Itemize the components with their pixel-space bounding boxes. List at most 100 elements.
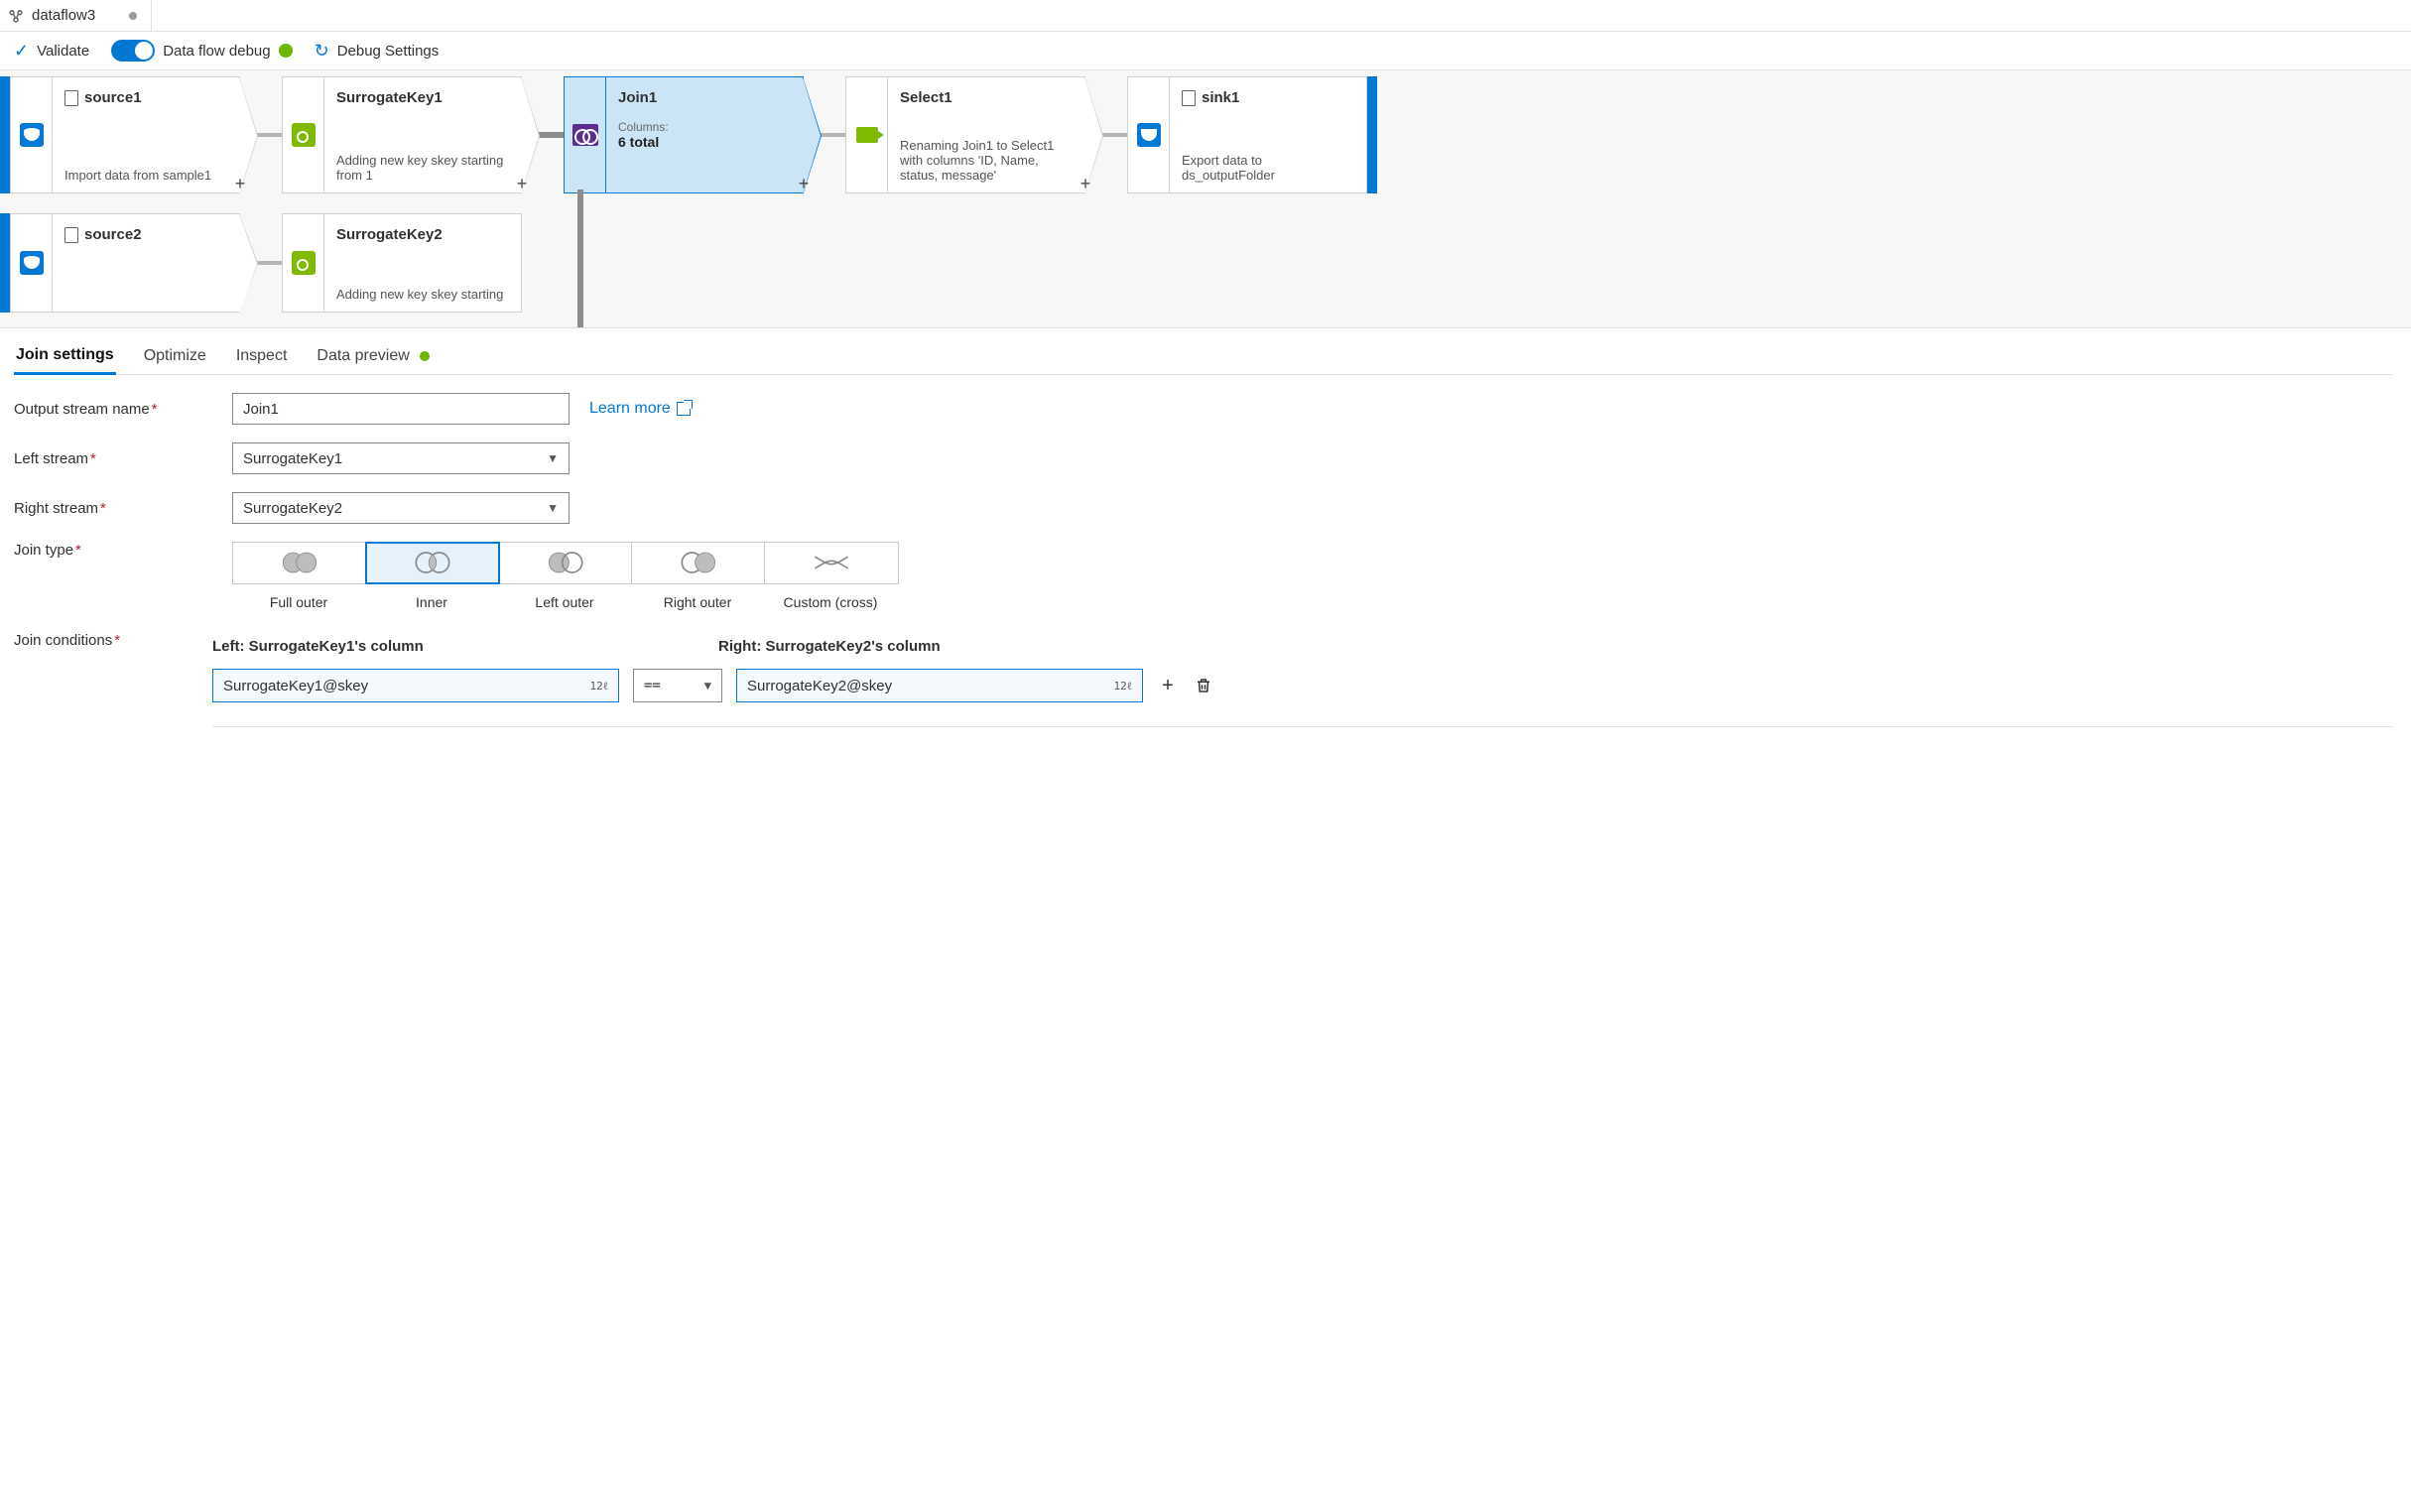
settings-panel: Join settings Optimize Inspect Data prev… [0, 328, 2411, 767]
left-stream-label: Left stream* [14, 450, 212, 467]
node-desc: Renaming Join1 to Select1 with columns '… [900, 138, 1073, 183]
join-type-caption: Full outer [232, 594, 365, 610]
venn-left-icon [541, 549, 590, 576]
row-start-cap [0, 76, 10, 193]
venn-cross-icon [807, 549, 856, 576]
join-type-label: Join type* [14, 542, 212, 559]
delete-condition-button[interactable] [1193, 675, 1214, 696]
dataflow-toolbar: ✓ Validate Data flow debug ↻ Debug Setti… [0, 32, 2411, 70]
node-source1[interactable]: source1 Import data from sample1 + [52, 76, 240, 193]
node-desc: Adding new key skey starting from 1 [336, 153, 509, 183]
sink1-icon-col [1127, 76, 1169, 193]
source1-icon-col [10, 76, 52, 193]
venn-inner-icon [408, 549, 457, 576]
node-columns-value: 6 total [618, 134, 791, 150]
add-step-button[interactable]: + [230, 175, 250, 194]
file-icon [64, 90, 78, 106]
database-icon [20, 123, 44, 147]
right-stream-select[interactable]: SurrogateKey2 ▼ [232, 492, 570, 524]
node-join1[interactable]: Join1 Columns: 6 total + [605, 76, 804, 193]
join-conditions-label: Join conditions* [14, 632, 212, 655]
cond-operator-select[interactable]: == ▼ [633, 669, 722, 702]
settings-tabs: Join settings Optimize Inspect Data prev… [14, 338, 2393, 375]
editor-tab-dataflow3[interactable]: dataflow3 [0, 0, 152, 31]
cond-left-header: Left: SurrogateKey1's column [212, 638, 619, 655]
dataflow-debug-toggle[interactable]: Data flow debug [111, 40, 292, 62]
venn-right-icon [674, 549, 723, 576]
dataflow-icon [8, 8, 24, 24]
node-title: Join1 [618, 89, 791, 106]
output-stream-label: Output stream name* [14, 401, 212, 418]
source2-icon-col [10, 213, 52, 313]
join-type-cross[interactable] [765, 543, 898, 583]
left-stream-select[interactable]: SurrogateKey1 ▼ [232, 442, 570, 474]
editor-tab-title: dataflow3 [32, 7, 95, 24]
join-icon [572, 124, 598, 146]
join-type-right-outer[interactable] [632, 543, 765, 583]
check-icon: ✓ [14, 41, 29, 62]
join-type-left-outer[interactable] [499, 543, 632, 583]
join-type-caption: Inner [365, 594, 498, 610]
key-icon [292, 123, 316, 147]
node-columns-label: Columns: [618, 120, 791, 134]
debug-label: Data flow debug [163, 43, 270, 60]
sk2-icon-col [282, 213, 323, 313]
join-conditions-section: Join conditions* Left: SurrogateKey1's c… [14, 632, 2393, 727]
expression-badge: 12ℓ [1113, 680, 1132, 693]
add-step-button[interactable]: + [794, 175, 814, 194]
external-link-icon [677, 402, 691, 416]
flow-row-1: source1 Import data from sample1 + Surro… [0, 76, 2411, 193]
node-surrogatekey2[interactable]: SurrogateKey2 Adding new key skey starti… [323, 213, 522, 313]
row-end-cap [1367, 76, 1377, 193]
cond-right-header: Right: SurrogateKey2's column [718, 638, 1125, 655]
sink-icon [1137, 123, 1161, 147]
join-type-caption: Custom (cross) [764, 594, 897, 610]
learn-more-link[interactable]: Learn more [589, 400, 691, 418]
tab-data-preview[interactable]: Data preview [315, 338, 431, 374]
node-desc: Import data from sample1 [64, 168, 227, 183]
venn-full-icon [275, 549, 324, 576]
toggle-on-icon [111, 40, 155, 62]
node-sink1[interactable]: sink1 Export data to ds_outputFolder [1169, 76, 1367, 193]
editor-tab-bar: dataflow3 [0, 0, 2411, 32]
node-title: Select1 [900, 89, 1073, 106]
chevron-down-icon: ▼ [704, 679, 711, 693]
status-green-icon [420, 351, 430, 361]
dataflow-canvas[interactable]: source1 Import data from sample1 + Surro… [0, 70, 2411, 328]
node-select1[interactable]: Select1 Renaming Join1 to Select1 with c… [887, 76, 1085, 193]
add-condition-button[interactable]: + [1157, 675, 1179, 696]
join-type-caption: Left outer [498, 594, 631, 610]
database-icon [20, 251, 44, 275]
node-title: SurrogateKey2 [336, 226, 509, 243]
tab-optimize[interactable]: Optimize [142, 338, 208, 374]
join-type-options [232, 542, 899, 584]
node-surrogatekey1[interactable]: SurrogateKey1 Adding new key skey starti… [323, 76, 522, 193]
add-step-button[interactable]: + [512, 175, 532, 194]
node-title: source1 [84, 89, 142, 106]
node-source2[interactable]: source2 [52, 213, 240, 313]
file-icon [1182, 90, 1196, 106]
join1-icon-col [564, 76, 605, 193]
join-type-inner[interactable] [366, 543, 499, 583]
status-green-icon [279, 44, 293, 58]
join-type-full-outer[interactable] [233, 543, 366, 583]
cond-right-column-input[interactable]: SurrogateKey2@skey 12ℓ [736, 669, 1143, 702]
join-type-caption: Right outer [631, 594, 764, 610]
output-stream-input[interactable]: Join1 [232, 393, 570, 425]
debug-settings-icon: ↻ [315, 41, 329, 62]
validate-button[interactable]: ✓ Validate [14, 41, 89, 62]
chevron-down-icon: ▼ [547, 451, 559, 465]
row-start-cap [0, 213, 10, 313]
debug-settings-button[interactable]: ↻ Debug Settings [315, 41, 440, 62]
join-settings-form: Output stream name* Join1 Learn more Lef… [14, 393, 2393, 727]
tab-join-settings[interactable]: Join settings [14, 338, 116, 375]
node-title: SurrogateKey1 [336, 89, 509, 106]
add-step-button[interactable]: + [1076, 175, 1095, 194]
tab-inspect[interactable]: Inspect [234, 338, 290, 374]
cond-left-column-input[interactable]: SurrogateKey1@skey 12ℓ [212, 669, 619, 702]
validate-label: Validate [37, 43, 89, 60]
unsaved-indicator-icon [129, 12, 137, 20]
file-icon [64, 227, 78, 243]
key-icon [292, 251, 316, 275]
select1-icon-col [845, 76, 887, 193]
